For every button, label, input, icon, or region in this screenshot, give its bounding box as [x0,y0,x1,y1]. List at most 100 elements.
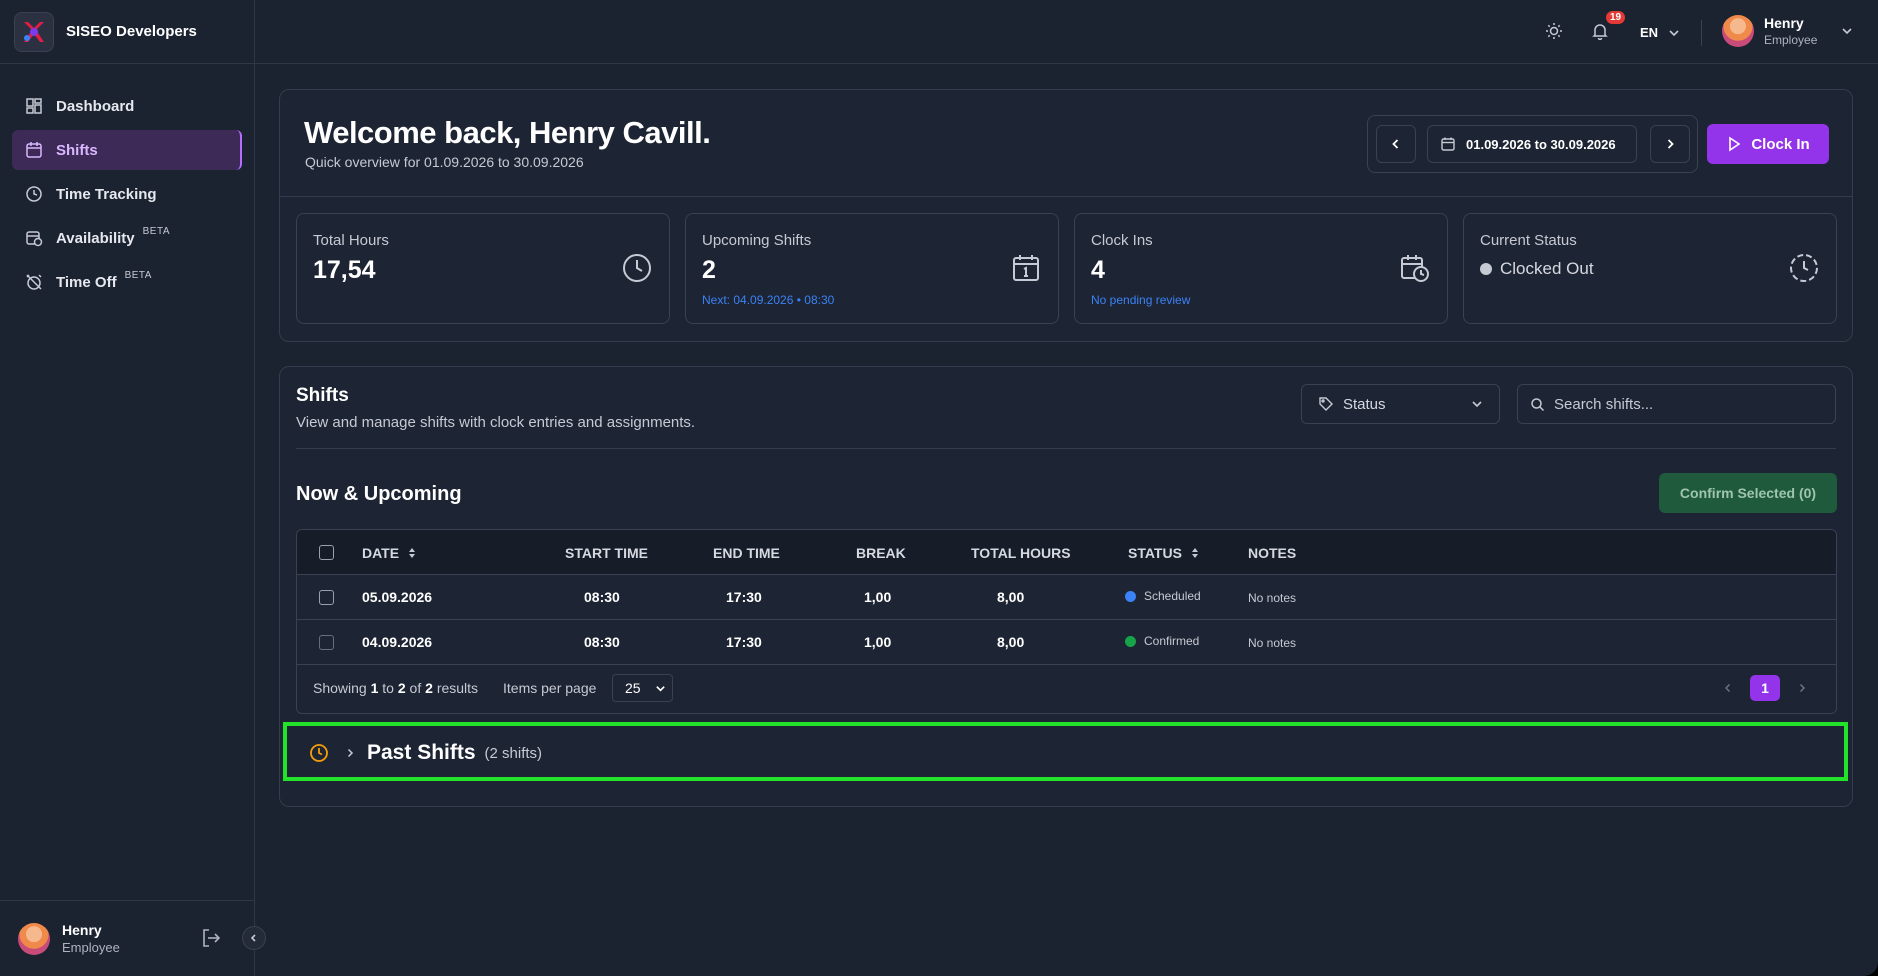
clock-dashed-icon [1788,252,1820,289]
dashboard-icon [24,96,44,116]
sidebar-item-label: Availability [56,229,135,247]
brand-logo[interactable] [14,11,54,52]
user-menu[interactable]: Henry Employee [1722,15,1853,47]
stat-label: Total Hours [313,232,389,249]
sort-icon [1191,548,1198,558]
chevron-down-icon [656,685,665,692]
confirm-selected-button[interactable]: Confirm Selected (0) [1659,473,1837,513]
cell-total-hours: 8,00 [997,634,1025,650]
summary-text: Showing [313,680,367,696]
column-header-notes: NOTES [1248,545,1297,561]
items-per-page-value: 25 [625,680,641,696]
status-text: Clocked Out [1500,259,1594,278]
summary-text: of [409,680,422,696]
sidebar-item-time-off[interactable]: Time Off BETA [12,262,242,302]
status-filter[interactable]: Status [1301,384,1500,424]
logout-icon[interactable] [200,927,222,954]
cell-break: 1,00 [864,589,892,605]
search-input[interactable] [1554,395,1824,413]
cell-start-time: 08:30 [584,589,620,605]
next-page-button[interactable] [1788,675,1816,701]
past-shifts-count: (2 shifts) [484,744,543,762]
cell-start-time: 08:30 [584,634,620,650]
summary-text: results [436,680,479,696]
sidebar-item-label: Time Tracking [56,185,157,203]
select-all-checkbox[interactable] [319,545,334,560]
welcome-card: Welcome back, Henry Cavill. Quick overvi… [279,89,1853,342]
calendar-clock-icon [24,228,44,248]
sidebar-collapse-button[interactable] [242,926,266,950]
search-field [1517,384,1836,424]
sidebar-item-shifts[interactable]: Shifts [12,130,242,170]
summary-total: 2 [425,680,433,696]
language-selector[interactable]: EN [1640,25,1680,40]
date-range-label: 01.09.2026 to 30.09.2026 [1466,136,1616,152]
avatar [1722,15,1754,47]
stat-value: 2 [702,256,716,284]
avatar[interactable] [18,922,50,955]
summary-text: to [382,680,394,696]
calendar-icon [24,140,44,160]
chevron-right-icon [1667,139,1674,149]
column-header-status[interactable]: STATUS [1128,545,1200,561]
calendar-icon [1441,137,1455,151]
clock-icon [24,184,44,204]
date-range-picker: 01.09.2026 to 30.09.2026 [1367,115,1698,173]
sidebar-nav: Dashboard Shifts Time Tracking Availabil… [0,64,254,302]
sidebar-item-availability[interactable]: Availability BETA [12,218,242,258]
stat-label: Clock Ins [1091,232,1153,249]
clock-icon [310,744,328,762]
user-role: Employee [1764,33,1818,47]
chevron-down-icon [1669,29,1679,36]
brand-name: SISEO Developers [66,23,197,40]
items-per-page-select[interactable]: 25 [612,674,673,702]
row-checkbox[interactable] [319,635,334,650]
cell-date: 04.09.2026 [362,634,433,650]
items-per-page-label: Items per page [503,680,597,696]
past-shifts-toggle[interactable]: Past Shifts (2 shifts) [283,722,1848,781]
sidebar-item-dashboard[interactable]: Dashboard [12,86,242,126]
status-value: Clocked Out [1480,259,1594,279]
chevron-down-icon [1842,28,1852,35]
row-checkbox[interactable] [319,590,334,605]
date-range-button[interactable]: 01.09.2026 to 30.09.2026 [1427,125,1637,163]
column-header-break: BREAK [856,545,906,561]
app-frame: SISEO Developers Dashboard Shifts Time T… [0,0,1878,976]
status-badge: Scheduled [1125,589,1201,603]
page-title: Welcome back, Henry Cavill. [304,115,711,150]
clock-in-button[interactable]: Clock In [1707,124,1829,164]
sort-icon [409,548,416,558]
stat-upcoming-shifts: Upcoming Shifts 2 Next: 04.09.2026 • 08:… [685,213,1059,324]
prev-page-button[interactable] [1714,675,1742,701]
status-dot [1125,635,1136,647]
sidebar-item-label: Dashboard [56,97,135,115]
shifts-table: DATE START TIME END TIME BREAK TOTAL HOU… [296,529,1837,714]
stat-value: 17,54 [313,256,376,284]
bell-icon[interactable] [1591,22,1609,45]
column-header-total-hours: TOTAL HOURS [971,545,1071,561]
chevron-left-icon [1392,139,1399,149]
chevron-right-icon [1799,683,1806,693]
table-footer: Showing 1 to 2 of 2 results Items per pa… [297,665,1836,713]
clock-in-label: Clock In [1751,135,1810,153]
clock-icon [621,252,653,289]
cell-end-time: 17:30 [726,589,762,605]
status-badge: Confirmed [1125,634,1199,648]
prev-range-button[interactable] [1376,125,1416,163]
calendar-clock-icon [1399,252,1431,289]
sidebar-item-label: Time Off [56,273,117,291]
search-icon [1531,397,1545,411]
brand: SISEO Developers [0,0,254,64]
user-name: Henry [1764,15,1804,31]
sidebar-item-time-tracking[interactable]: Time Tracking [12,174,242,214]
summary-from: 1 [370,680,379,696]
theme-toggle-icon[interactable] [1545,22,1563,45]
page-button-1[interactable]: 1 [1750,675,1780,701]
topbar [255,0,1878,64]
summary-to: 2 [397,680,406,696]
next-range-button[interactable] [1650,125,1690,163]
column-header-date[interactable]: DATE [362,545,417,561]
table-row[interactable]: 05.09.2026 08:30 17:30 1,00 8,00 Schedul… [297,575,1836,620]
table-row[interactable]: 04.09.2026 08:30 17:30 1,00 8,00 Confirm… [297,620,1836,665]
cell-notes: No notes [1248,636,1297,650]
